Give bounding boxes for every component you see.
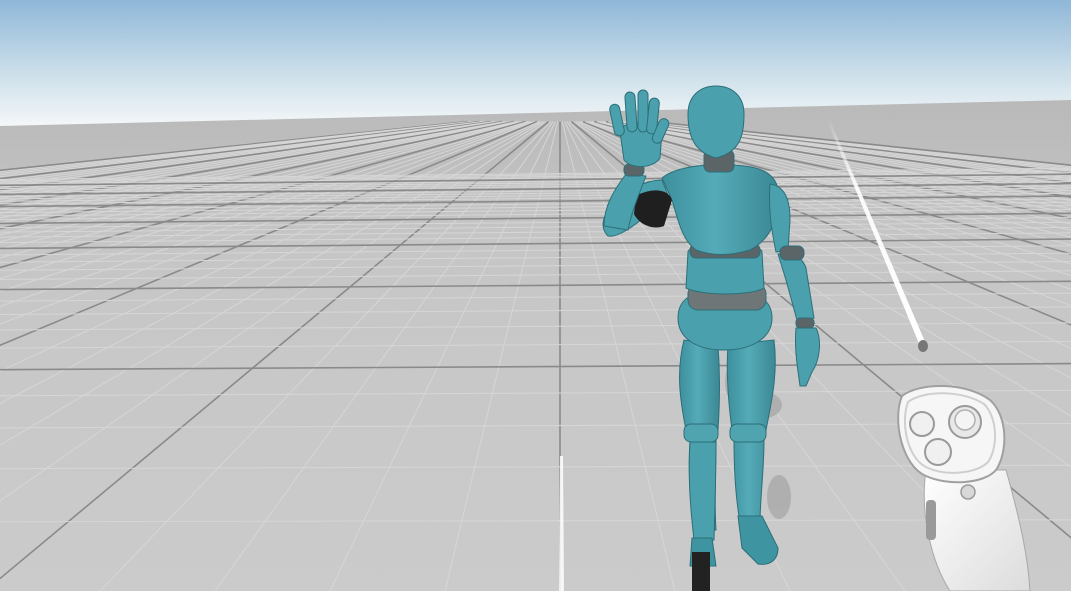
vr-scene-viewport xyxy=(0,0,1071,591)
avatar-shin-left xyxy=(688,441,717,541)
avatar-sole-left xyxy=(692,552,710,591)
avatar-knee-left xyxy=(683,423,719,443)
button-b-icon[interactable] xyxy=(909,411,935,437)
avatar-elbow-right xyxy=(779,245,805,261)
button-a-icon[interactable] xyxy=(924,438,952,466)
menu-button-icon[interactable] xyxy=(960,484,976,500)
controller-grip-trim xyxy=(926,500,936,540)
avatar-wrist-right xyxy=(795,317,815,329)
thumbstick-cap xyxy=(954,409,976,431)
avatar-knee-right xyxy=(729,423,767,443)
